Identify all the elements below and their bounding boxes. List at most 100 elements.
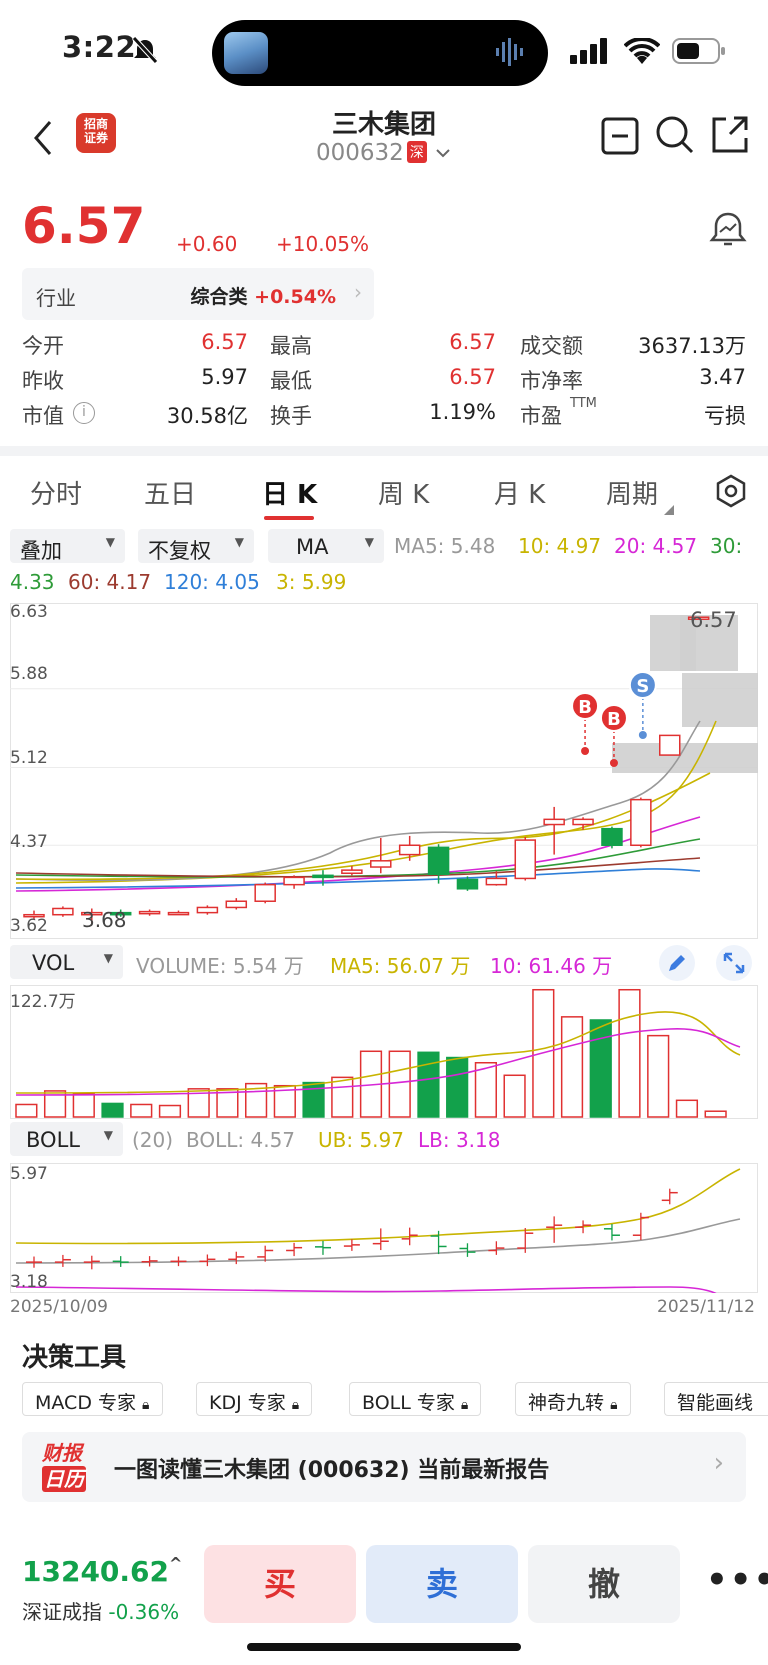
indicator-label: MA <box>296 535 329 559</box>
candle <box>167 911 190 916</box>
kline-chart[interactable]: BBS <box>10 603 758 939</box>
boll-chart[interactable] <box>10 1163 758 1293</box>
quote-label: 换手 <box>270 404 312 428</box>
boll-dropdown[interactable]: BOLL ▼ <box>10 1122 123 1156</box>
search-icon[interactable] <box>654 114 696 156</box>
sell-marker-label: S <box>636 676 649 697</box>
volume-bar <box>15 1103 38 1118</box>
wifi-icon <box>624 38 660 64</box>
volume-bar <box>589 1019 612 1118</box>
ma-legend-item: 10: 4.97 <box>518 534 602 558</box>
overlay-dropdown[interactable]: 叠加 ▼ <box>10 529 125 563</box>
index-value[interactable]: 13240.62^ <box>22 1554 182 1588</box>
candle <box>456 878 479 890</box>
stock-code-selector[interactable]: 000632 深 <box>0 140 768 166</box>
axis-label-2: 5.88 <box>10 664 48 684</box>
axis-bottom-label: 3.62 <box>10 916 48 936</box>
candle <box>601 827 623 847</box>
vol-ma5: MA5: 56.07 万 <box>330 954 471 978</box>
tool-nine-turn[interactable]: 神奇九转 🔒︎ <box>515 1382 631 1416</box>
industry-name: 综合类 <box>190 286 248 308</box>
signal-icon <box>570 38 607 64</box>
lock-icon: 🔒︎ <box>460 1397 469 1413</box>
volume-bar <box>704 1110 727 1118</box>
candle <box>312 874 334 879</box>
active-tab-indicator <box>264 516 314 520</box>
chevron-right-icon: › <box>354 280 362 304</box>
index-name: 深证成指 <box>22 1600 102 1624</box>
price-change-pct: +10.05% <box>276 232 370 256</box>
tool-smart-draw[interactable]: 智能画线 <box>664 1382 768 1416</box>
index-row: 深证成指 -0.36% <box>22 1596 179 1625</box>
industry-label: 行业 <box>36 286 76 310</box>
cancel-order-button[interactable]: 撤 <box>528 1545 680 1623</box>
candle <box>543 818 565 826</box>
volume-chart[interactable] <box>10 985 758 1119</box>
vol-ma10: 10: 61.46 万 <box>490 954 613 978</box>
quote-label: 市净率 <box>520 369 583 393</box>
boll-bottom-label: 3.18 <box>10 1272 48 1292</box>
candle <box>572 818 594 826</box>
tab-weekly-k[interactable]: 周 K <box>378 474 429 511</box>
volume-bar <box>560 1016 584 1118</box>
buy-button[interactable]: 买 <box>204 1545 356 1623</box>
boll-ub: UB: 5.97 <box>318 1128 404 1152</box>
price-band <box>682 673 758 727</box>
tab-daily-k[interactable]: 日 K <box>262 474 317 511</box>
tab-period[interactable]: 周期 <box>606 474 658 511</box>
chart-border <box>10 985 758 1119</box>
chevron-right-icon: › <box>713 1448 724 1478</box>
candle <box>485 877 508 886</box>
pe-ttm-sup: TTM <box>570 396 597 411</box>
tool-macd-label: MACD 专家 <box>35 1392 136 1414</box>
date-end: 2025/11/12 <box>657 1297 755 1317</box>
status-time: 3:22 <box>62 30 137 64</box>
indicator-dropdown[interactable]: MA ▼ <box>268 529 384 563</box>
industry-row[interactable]: 行业 综合类 +0.54% › <box>22 268 374 320</box>
info-icon[interactable]: i <box>73 402 95 424</box>
volume-bar <box>503 1074 526 1118</box>
tab-intraday[interactable]: 分时 <box>30 474 82 511</box>
tool-boll[interactable]: BOLL 专家 🔒︎ <box>349 1382 482 1416</box>
candle <box>254 883 276 902</box>
media-thumbnail <box>224 32 268 74</box>
report-banner[interactable]: 财报 日历 一图读懂三木集团 (000632) 当前最新报告 › <box>22 1432 746 1502</box>
ma-legend-item: 4.33 <box>10 570 55 594</box>
low-price-mark: 3.68 <box>82 908 127 932</box>
candle <box>52 907 74 916</box>
ma-legend-item: MA5: 5.48 <box>394 534 496 558</box>
exchange-tag: 深 <box>406 141 427 163</box>
vol-label: VOL <box>32 951 75 975</box>
quote-value: 6.57 <box>449 330 496 354</box>
vol-dropdown[interactable]: VOL ▼ <box>10 945 123 979</box>
buy-marker-label: B <box>607 709 621 730</box>
sell-button[interactable]: 卖 <box>366 1545 518 1623</box>
tab-five-day[interactable]: 五日 <box>144 474 196 511</box>
candle <box>659 734 681 756</box>
chevron-up-icon: ^ <box>169 1554 183 1573</box>
adjust-dropdown[interactable]: 不复权 ▼ <box>138 529 254 563</box>
current-price: 6.57 <box>22 197 146 255</box>
settings-icon[interactable] <box>714 474 748 508</box>
more-icon[interactable]: ••• <box>706 1560 768 1600</box>
boll-lb: LB: 3.18 <box>418 1128 501 1152</box>
expand-icon[interactable] <box>716 945 752 981</box>
alert-bell-icon[interactable] <box>708 210 748 250</box>
share-icon[interactable] <box>708 114 750 156</box>
ma-legend-item: 60: 4.17 <box>68 570 152 594</box>
tool-macd[interactable]: MACD 专家 🔒︎ <box>22 1382 163 1416</box>
section-divider <box>0 446 768 456</box>
tool-kdj-label: KDJ 专家 <box>209 1392 286 1414</box>
candle <box>630 798 652 847</box>
vol-max-label: 122.7万 <box>10 992 76 1012</box>
boll-label: BOLL <box>26 1128 80 1152</box>
caret-down-icon: ▼ <box>105 535 115 549</box>
marker-dot <box>581 747 590 755</box>
quote-value: 3.47 <box>699 365 746 389</box>
price-change: +0.60 <box>176 232 238 256</box>
quote-label: 最高 <box>270 334 312 358</box>
minus-square-icon[interactable] <box>600 116 640 156</box>
tool-kdj[interactable]: KDJ 专家 🔒︎ <box>196 1382 313 1416</box>
tab-monthly-k[interactable]: 月 K <box>494 474 545 511</box>
edit-pencil-icon[interactable] <box>659 945 695 981</box>
